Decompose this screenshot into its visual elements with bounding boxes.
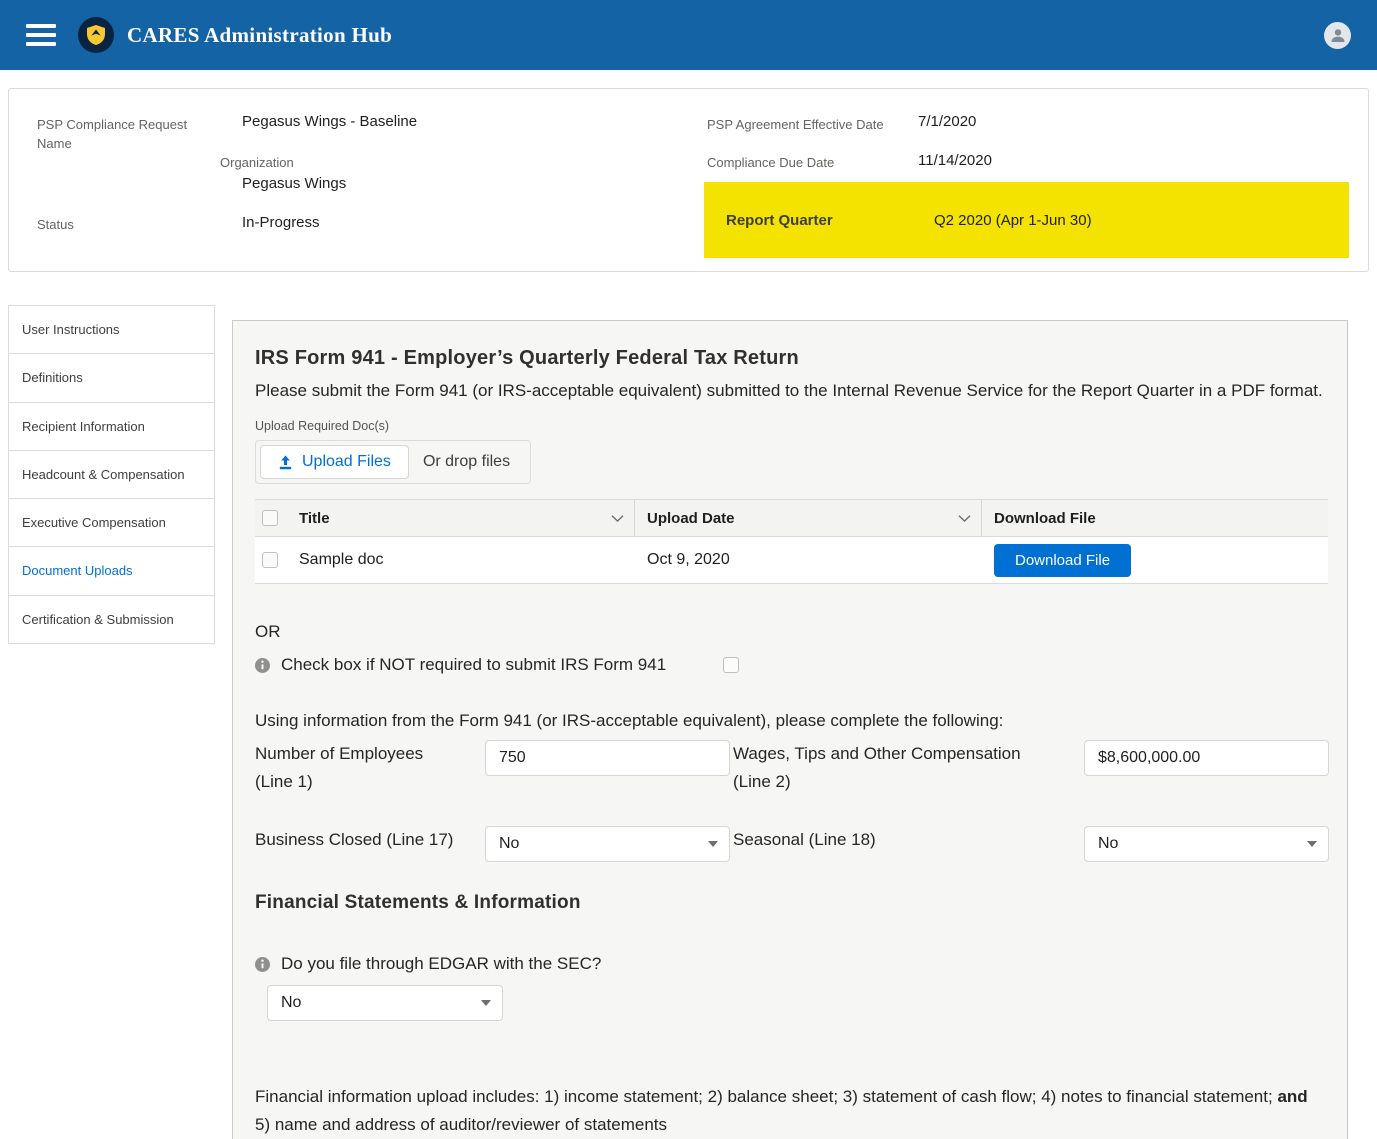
select-all-checkbox[interactable] [262,510,278,526]
user-avatar[interactable] [1324,22,1351,49]
employees-input[interactable] [485,740,730,776]
sidebar-item-headcount-compensation[interactable]: Headcount & Compensation [8,451,215,499]
not-required-label: Check box if NOT required to submit IRS … [281,655,666,675]
sidebar-item-executive-compensation[interactable]: Executive Compensation [8,499,215,547]
uploaded-files-table: Title Upload Date Download File Sample d… [255,499,1328,584]
upload-files-label: Upload Files [302,453,391,471]
upload-required-label: Upload Required Doc(s) [255,419,1329,433]
due-date-value: 11/14/2020 [918,152,992,169]
chevron-down-icon [611,515,624,522]
effective-date-value: 7/1/2020 [918,113,976,130]
row-checkbox[interactable] [262,552,278,568]
business-closed-select[interactable]: No [485,826,730,862]
column-header-upload-date[interactable]: Upload Date [635,500,982,536]
status-label: Status [37,216,74,235]
business-closed-label: Business Closed (Line 17) [255,826,460,854]
not-required-checkbox[interactable] [723,657,739,673]
caret-down-icon [481,1000,491,1006]
organization-label: Organization [220,154,294,173]
seasonal-label: Seasonal (Line 18) [733,826,1059,854]
hamburger-icon [26,33,56,37]
form941-description: Please submit the Form 941 (or IRS-accep… [255,377,1325,404]
or-separator-text: OR [255,622,1329,642]
file-drop-zone[interactable]: Upload Files Or drop files [255,440,531,484]
employees-label: Number of Employees (Line 1) [255,740,460,796]
report-quarter-value: Q2 2020 (Apr 1-Jun 30) [934,212,1092,229]
document-uploads-panel: IRS Form 941 - Employer’s Quarterly Fede… [232,320,1348,1139]
table-header-row: Title Upload Date Download File [255,500,1328,537]
app-title: CARES Administration Hub [127,23,392,48]
upload-icon [278,455,293,470]
edgar-select[interactable]: No [267,985,503,1021]
hamburger-icon [26,24,56,28]
financial-section-title: Financial Statements & Information [255,892,1329,914]
hamburger-icon [26,42,56,46]
download-file-button[interactable]: Download File [994,544,1131,577]
note-prefix: Financial information upload includes: 1… [255,1087,1277,1106]
app-logo [78,17,114,53]
caret-down-icon [1307,841,1317,847]
shield-icon [87,25,105,45]
file-upload-date: Oct 9, 2020 [647,551,730,569]
wages-label: Wages, Tips and Other Compensation (Line… [733,740,1059,796]
wages-input[interactable] [1084,740,1329,776]
column-header-title[interactable]: Title [285,500,635,536]
seasonal-select[interactable]: No [1084,826,1329,862]
chevron-down-icon [958,515,971,522]
effective-date-label: PSP Agreement Effective Date [707,116,884,135]
edgar-question: Do you file through EDGAR with the SEC? [281,954,601,974]
info-icon [255,658,270,673]
form941-instructions: Using information from the Form 941 (or … [255,711,1329,731]
download-file-column-label: Download File [994,510,1096,527]
seasonal-value: No [1098,835,1118,853]
menu-button[interactable] [26,24,56,46]
report-quarter-highlight: Report Quarter Q2 2020 (Apr 1-Jun 30) [704,182,1349,258]
financial-upload-note: Financial information upload includes: 1… [255,1083,1325,1139]
report-quarter-label: Report Quarter [726,212,934,229]
sidebar-item-document-uploads[interactable]: Document Uploads [8,547,215,595]
request-name-label: PSP Compliance Request Name [37,116,195,154]
table-row: Sample doc Oct 9, 2020 Download File [255,537,1328,584]
drop-files-text: Or drop files [409,453,526,471]
sidebar-item-recipient-information[interactable]: Recipient Information [8,403,215,451]
sidebar-item-definitions[interactable]: Definitions [8,354,215,402]
sidebar-item-user-instructions[interactable]: User Instructions [8,305,215,354]
column-header-download-file: Download File [982,500,1328,536]
edgar-value: No [281,994,301,1012]
organization-value: Pegasus Wings [242,175,346,192]
app-header: CARES Administration Hub [0,0,1377,70]
note-suffix: 5) name and address of auditor/reviewer … [255,1115,667,1134]
sidebar-item-certification-submission[interactable]: Certification & Submission [8,596,215,644]
title-column-label: Title [299,510,330,527]
note-bold: and [1277,1087,1307,1106]
upload-files-button[interactable]: Upload Files [260,445,409,479]
status-value: In-Progress [242,214,320,231]
caret-down-icon [708,841,718,847]
due-date-label: Compliance Due Date [707,154,834,173]
request-name-value: Pegasus Wings - Baseline [242,113,417,130]
file-title: Sample doc [299,551,384,569]
form941-title: IRS Form 941 - Employer’s Quarterly Fede… [255,347,1329,370]
business-closed-value: No [499,835,519,853]
compliance-summary-card: PSP Compliance Request Name Pegasus Wing… [8,88,1369,272]
upload-date-column-label: Upload Date [647,510,735,527]
section-nav: User Instructions Definitions Recipient … [8,305,215,644]
info-icon [255,957,270,972]
person-icon [1330,27,1346,43]
